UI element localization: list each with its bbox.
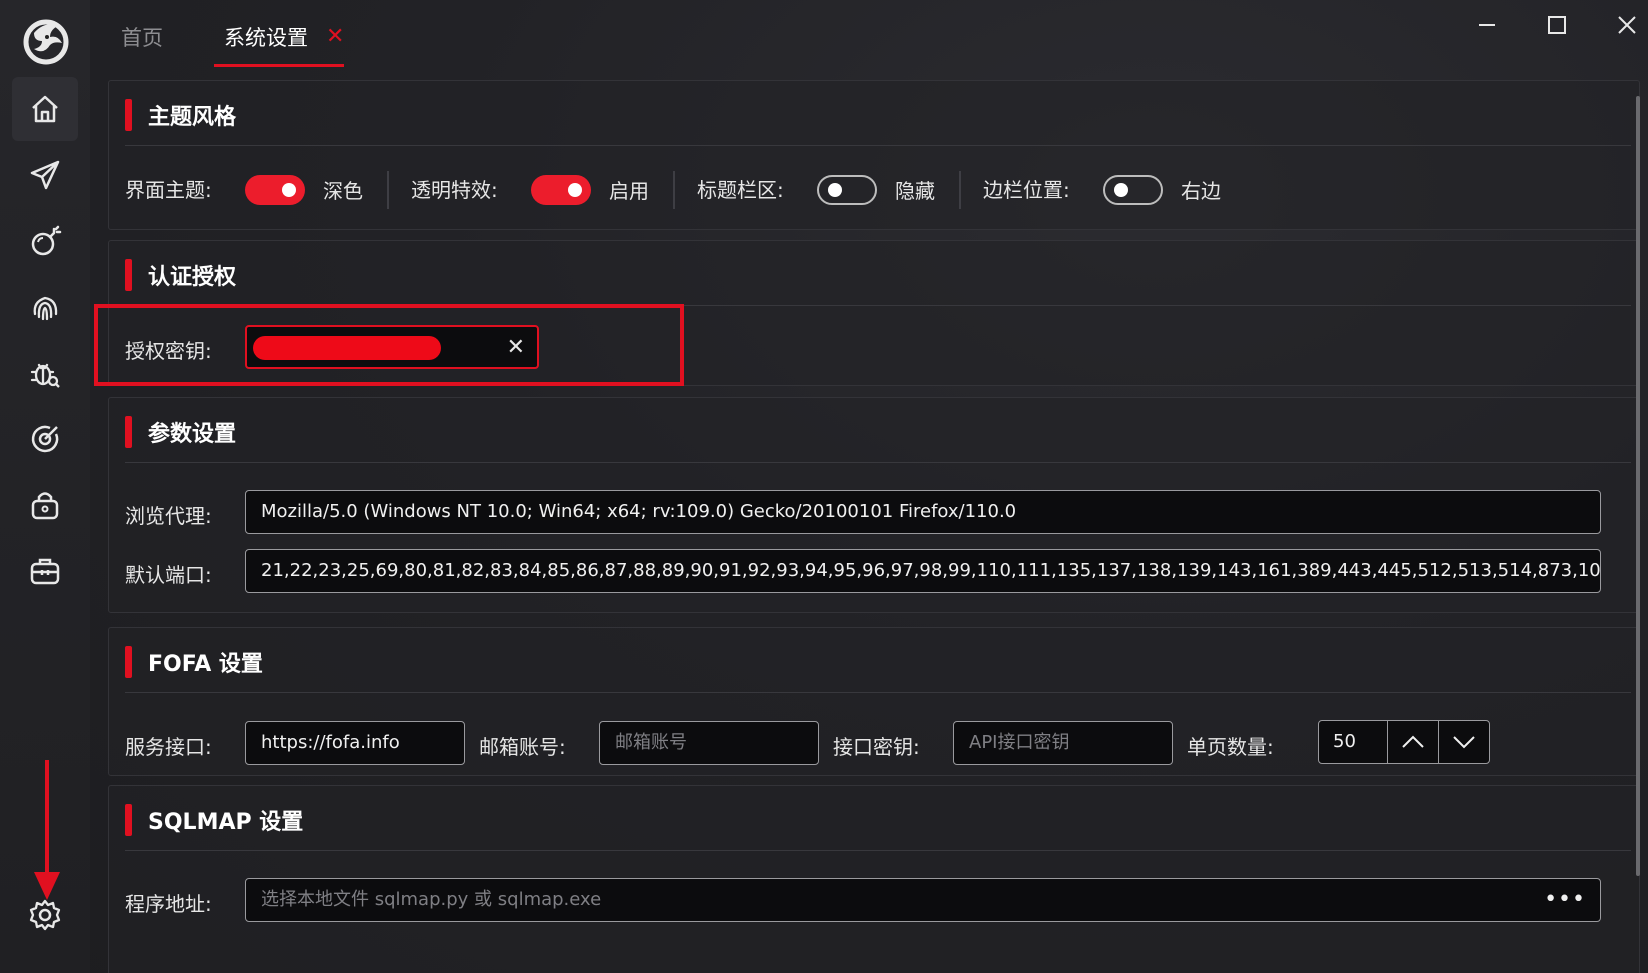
- titlebar-toggle[interactable]: [817, 175, 877, 205]
- page-size-value[interactable]: 50: [1319, 721, 1387, 763]
- app-window: 首页 系统设置 ✕ 主题风格 界面主题: 深色 透明特效: 启用 标题栏区: 隐…: [0, 0, 1648, 973]
- sqlmap-section-title: SQLMAP 设置: [125, 804, 303, 836]
- browse-more-icon[interactable]: •••: [1544, 879, 1586, 920]
- decrement-button[interactable]: [1438, 721, 1489, 763]
- user-agent-input[interactable]: Mozilla/5.0 (Windows NT 10.0; Win64; x64…: [245, 490, 1601, 534]
- divider: [125, 145, 1631, 146]
- fofa-api-input[interactable]: https://fofa.info: [245, 721, 465, 765]
- section-accent-bar: [125, 804, 132, 836]
- active-tab-indicator: [214, 64, 344, 67]
- gear-icon: [29, 899, 61, 931]
- sqlmap-panel: SQLMAP 设置 程序地址: 选择本地文件 sqlmap.py 或 sqlma…: [108, 785, 1640, 973]
- sidebar-item-toolbox[interactable]: [12, 539, 78, 603]
- chevron-down-icon: [1453, 736, 1475, 749]
- fofa-email-input[interactable]: 邮箱账号: [599, 721, 819, 765]
- sqlmap-title-text: SQLMAP 设置: [148, 810, 304, 835]
- lock-icon: [31, 492, 59, 520]
- auth-title-text: 认证授权: [148, 265, 237, 290]
- divider: [673, 171, 675, 209]
- theme-panel: 主题风格 界面主题: 深色 透明特效: 启用 标题栏区: 隐藏 边栏位置: 右边: [108, 80, 1640, 230]
- sidebar-item-target[interactable]: [12, 407, 78, 471]
- section-accent-bar: [125, 99, 132, 131]
- titlebar-label: 标题栏区:: [697, 178, 784, 202]
- vertical-scrollbar[interactable]: [1636, 96, 1640, 876]
- interface-theme-value: 深色: [323, 179, 363, 203]
- send-icon: [30, 160, 60, 190]
- tab-home[interactable]: 首页: [121, 22, 163, 72]
- sidebar-position-label: 边栏位置:: [983, 178, 1070, 202]
- theme-title-text: 主题风格: [148, 105, 237, 130]
- minimize-icon[interactable]: [1466, 10, 1508, 40]
- sqlmap-path-label: 程序地址:: [125, 892, 212, 916]
- fofa-section-title: FOFA 设置: [125, 646, 263, 678]
- divider: [387, 171, 389, 209]
- default-ports-input[interactable]: 21,22,23,25,69,80,81,82,83,84,85,86,87,8…: [245, 549, 1601, 593]
- divider: [125, 850, 1631, 851]
- page-size-stepper[interactable]: 50: [1318, 720, 1490, 764]
- sqlmap-path-placeholder: 选择本地文件 sqlmap.py 或 sqlmap.exe: [261, 889, 602, 910]
- annotation-highlight-box: [94, 304, 684, 386]
- home-icon: [32, 95, 58, 123]
- fofa-title-text: FOFA 设置: [148, 652, 263, 677]
- sqlmap-path-input[interactable]: 选择本地文件 sqlmap.py 或 sqlmap.exe •••: [245, 878, 1601, 922]
- maximize-icon[interactable]: [1536, 10, 1578, 40]
- params-section-title: 参数设置: [125, 416, 236, 448]
- sidebar-item-send[interactable]: [12, 143, 78, 207]
- fingerprint-icon: [33, 296, 58, 321]
- titlebar-value: 隐藏: [895, 179, 935, 203]
- fofa-key-label: 接口密钥:: [833, 735, 920, 759]
- user-agent-label: 浏览代理:: [125, 504, 212, 528]
- interface-theme-label: 界面主题:: [125, 178, 212, 202]
- divider: [125, 692, 1631, 693]
- page-size-label: 单页数量:: [1187, 735, 1274, 759]
- transparency-value: 启用: [609, 179, 649, 203]
- transparency-label: 透明特效:: [411, 178, 498, 202]
- fofa-api-label: 服务接口:: [125, 735, 212, 759]
- sidebar-item-bomb[interactable]: [12, 209, 78, 273]
- theme-section-title: 主题风格: [125, 99, 236, 131]
- interface-theme-toggle[interactable]: [245, 175, 305, 205]
- chevron-up-icon: [1402, 735, 1424, 748]
- divider: [959, 171, 961, 209]
- transparency-toggle[interactable]: [531, 175, 591, 205]
- section-accent-bar: [125, 646, 132, 678]
- bomb-icon: [31, 225, 62, 256]
- app-logo-icon: [20, 15, 72, 67]
- section-accent-bar: [125, 259, 132, 291]
- increment-button[interactable]: [1387, 721, 1438, 763]
- toolbox-icon: [30, 558, 60, 585]
- sidebar: [0, 0, 90, 973]
- divider: [125, 462, 1631, 463]
- section-accent-bar: [125, 416, 132, 448]
- sidebar-item-home[interactable]: [12, 77, 78, 141]
- sidebar-item-bug-scan[interactable]: [12, 341, 78, 405]
- default-ports-label: 默认端口:: [125, 563, 212, 587]
- fofa-key-input[interactable]: API接口密钥: [953, 721, 1173, 765]
- auth-section-title: 认证授权: [125, 259, 236, 291]
- bug-icon: [30, 363, 60, 388]
- sidebar-item-lock[interactable]: [12, 473, 78, 537]
- sidebar-position-value: 右边: [1181, 179, 1221, 203]
- params-title-text: 参数设置: [148, 422, 237, 447]
- sidebar-item-settings[interactable]: [12, 883, 78, 947]
- target-icon: [31, 425, 59, 453]
- sidebar-item-fingerprint[interactable]: [12, 275, 78, 339]
- params-panel: 参数设置 浏览代理: Mozilla/5.0 (Windows NT 10.0;…: [108, 397, 1640, 613]
- fofa-email-label: 邮箱账号:: [479, 735, 566, 759]
- window-close-icon[interactable]: [1606, 10, 1648, 40]
- sidebar-position-toggle[interactable]: [1103, 175, 1163, 205]
- tab-close-icon[interactable]: ✕: [326, 24, 344, 49]
